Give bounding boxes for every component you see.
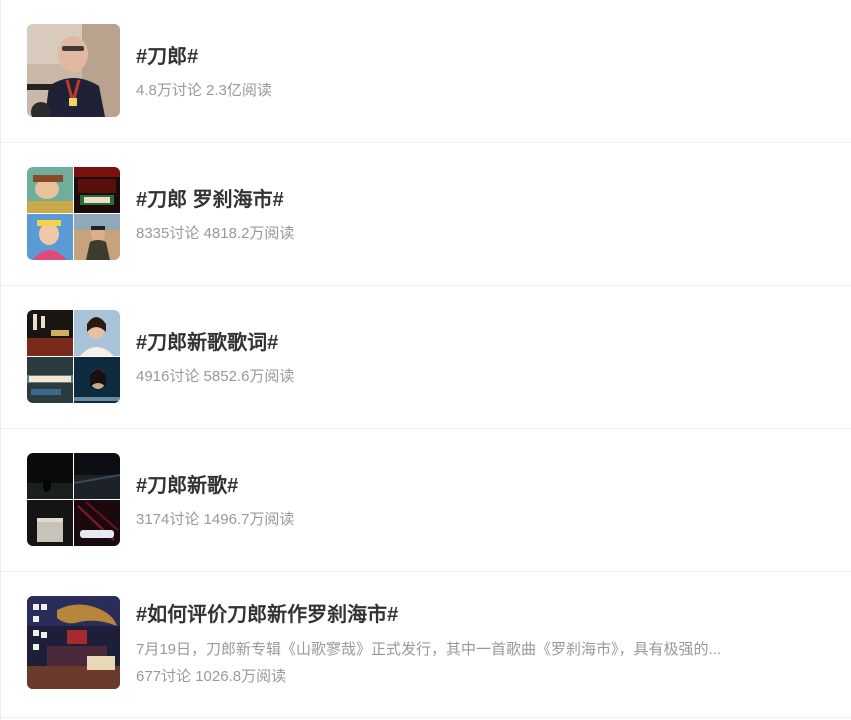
topic-title[interactable]: #如何评价刀郎新作罗刹海市# bbox=[136, 598, 398, 627]
topic-list: #刀郎# 4.8万讨论 2.3亿阅读 #刀郎 罗刹海市# 8335讨论 4818… bbox=[0, 0, 851, 720]
thumbnail-cell-image bbox=[74, 167, 120, 213]
thumbnail-cell-image bbox=[74, 357, 120, 403]
topic-title[interactable]: #刀郎# bbox=[136, 40, 198, 69]
topic-thumbnail[interactable] bbox=[27, 596, 120, 689]
topic-description: 7月19日，刀郎新专辑《山歌寥哉》正式发行，其中一首歌曲《罗刹海市》，具有极强的… bbox=[136, 641, 722, 658]
topic-item[interactable]: #刀郎 罗刹海市# 8335讨论 4818.2万阅读 bbox=[1, 143, 851, 286]
topic-stats: 8335讨论 4818.2万阅读 bbox=[136, 225, 295, 242]
topic-stats: 4.8万讨论 2.3亿阅读 bbox=[136, 82, 272, 99]
thumbnail-cell-image bbox=[27, 453, 73, 499]
thumbnail-cell-image bbox=[74, 214, 120, 260]
topic-item[interactable]: #刀郎新歌歌词# 4916讨论 5852.6万阅读 bbox=[1, 286, 851, 429]
person-photo-icon bbox=[27, 24, 120, 117]
topic-thumbnail[interactable] bbox=[27, 167, 120, 260]
topic-title[interactable]: #刀郎新歌# bbox=[136, 469, 238, 498]
thumbnail-cell-image bbox=[27, 357, 73, 403]
thumbnail-cell-image bbox=[27, 500, 73, 546]
topic-title[interactable]: #刀郎新歌歌词# bbox=[136, 326, 278, 355]
topic-stats: 4916讨论 5852.6万阅读 bbox=[136, 368, 295, 385]
topic-thumbnail[interactable] bbox=[27, 310, 120, 403]
topic-thumbnail[interactable] bbox=[27, 24, 120, 117]
topic-item[interactable]: #如何评价刀郎新作罗刹海市# 7月19日，刀郎新专辑《山歌寥哉》正式发行，其中一… bbox=[1, 572, 851, 718]
thumbnail-cell-image bbox=[27, 310, 73, 356]
thumbnail-cell-image bbox=[27, 214, 73, 260]
topic-thumbnail[interactable] bbox=[27, 453, 120, 546]
thumbnail-cell-image bbox=[74, 310, 120, 356]
thumbnail-cell-image bbox=[74, 500, 120, 546]
topic-stats: 3174讨论 1496.7万阅读 bbox=[136, 511, 295, 528]
album-cover-icon bbox=[27, 596, 120, 689]
thumbnail-cell-image bbox=[27, 167, 73, 213]
topic-item[interactable]: #刀郎新歌# 3174讨论 1496.7万阅读 bbox=[1, 429, 851, 572]
topic-item[interactable]: #刀郎# 4.8万讨论 2.3亿阅读 bbox=[1, 0, 851, 143]
topic-stats: 677讨论 1026.8万阅读 bbox=[136, 668, 287, 685]
thumbnail-cell-image bbox=[74, 453, 120, 499]
topic-title[interactable]: #刀郎 罗刹海市# bbox=[136, 183, 284, 212]
